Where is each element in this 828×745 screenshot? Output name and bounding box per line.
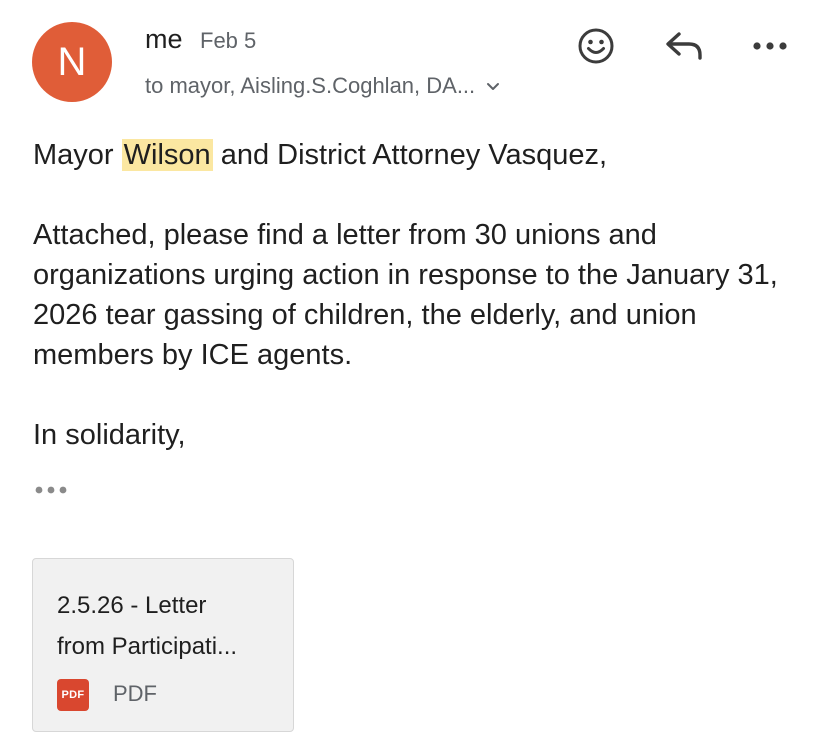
attachment-type: PDF <box>113 681 157 706</box>
add-reaction-button[interactable] <box>574 24 618 68</box>
show-trimmed-content-button[interactable] <box>33 478 71 502</box>
attachment-name-line1: 2.5.26 - Letter <box>57 592 207 619</box>
attachment-name: 2.5.26 - Letter from Participati... <box>57 585 277 667</box>
reply-button[interactable] <box>662 24 706 68</box>
pdf-icon: PDF <box>57 679 89 711</box>
recipients-toggle[interactable]: to mayor, Aisling.S.Coghlan, DA... <box>145 73 503 99</box>
attachment-card[interactable]: 2.5.26 - Letter from Participati... PDF … <box>32 558 294 732</box>
search-highlight: Wilson <box>121 139 213 171</box>
greeting-line: Mayor Wilson and District Attorney Vasqu… <box>33 135 813 175</box>
attachment-name-line2: from Participati... <box>57 633 238 660</box>
chevron-down-icon <box>487 83 500 90</box>
pdf-badge-text: PDF <box>61 689 85 701</box>
sender-name: me <box>145 24 183 54</box>
greeting-prefix: Mayor <box>33 139 122 171</box>
greeting-suffix: and District Attorney Vasquez, <box>212 139 608 171</box>
closing-line: In solidarity, <box>33 419 186 451</box>
avatar-letter: N <box>57 39 87 84</box>
ellipsis-icon <box>35 486 67 494</box>
more-horizontal-icon <box>753 42 787 50</box>
more-options-button[interactable] <box>748 24 792 68</box>
reply-icon <box>666 32 702 60</box>
sender-avatar[interactable]: N <box>32 22 112 102</box>
message-paragraph: Attached, please find a letter from 30 u… <box>33 219 778 371</box>
message-date: Feb 5 <box>200 28 257 53</box>
smiley-icon <box>578 28 614 64</box>
recipients-list: to mayor, Aisling.S.Coghlan, DA... <box>145 73 476 98</box>
message-body: Mayor Wilson and District Attorney Vasqu… <box>33 135 813 455</box>
